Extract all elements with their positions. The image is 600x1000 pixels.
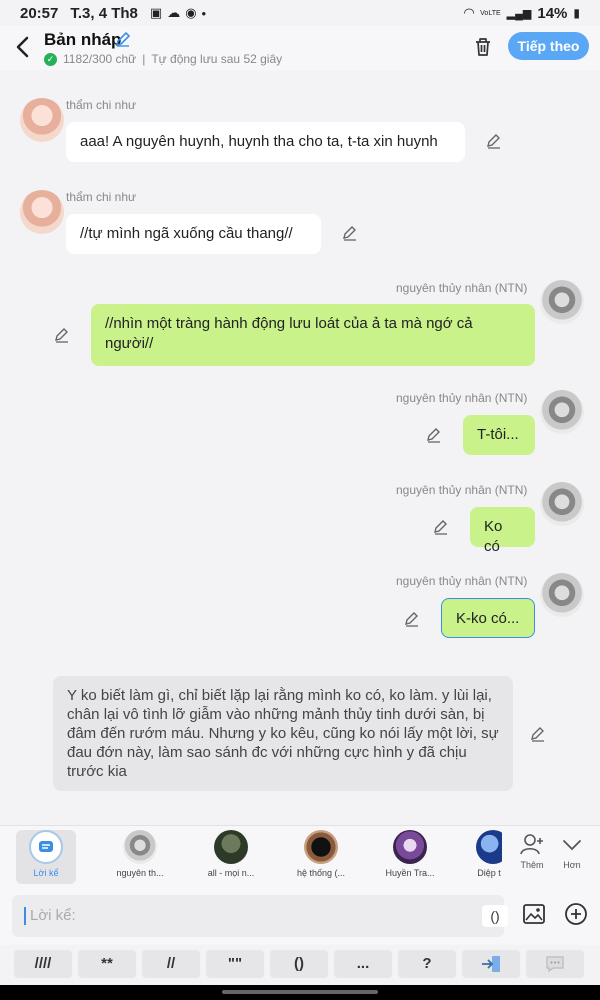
- avatar[interactable]: [540, 573, 584, 617]
- character-label: Diệp t: [477, 868, 501, 878]
- check-icon: ✓: [44, 52, 57, 66]
- status-date: T.3, 4 Th8: [70, 4, 138, 22]
- character-avatar: [214, 830, 248, 864]
- avatar[interactable]: [20, 98, 64, 142]
- chat-area[interactable]: thẩm chi như aaa! A nguyên huynh, huynh …: [0, 70, 600, 825]
- message-bubble[interactable]: T-tôi...: [463, 415, 535, 455]
- avatar[interactable]: [540, 390, 584, 434]
- autosave-status: Tự động lưu sau 52 giây: [151, 52, 283, 66]
- quick-key[interactable]: **: [78, 950, 136, 978]
- insert-key[interactable]: [462, 950, 520, 978]
- quick-key[interactable]: (): [270, 950, 328, 978]
- parenthesis-button[interactable]: (): [482, 905, 508, 927]
- back-arrow-icon[interactable]: [12, 34, 34, 60]
- narration-bubble[interactable]: Y ko biết làm gì, chỉ biết lặp lại rằng …: [53, 676, 513, 791]
- quick-key[interactable]: ?: [398, 950, 456, 978]
- sender-name: thẩm chi như: [66, 98, 137, 112]
- app-icon: ◉: [185, 5, 197, 20]
- message-bubble[interactable]: aaa! A nguyên huynh, huynh tha cho ta, t…: [66, 122, 465, 162]
- character-narrator[interactable]: Lời kể: [16, 830, 76, 884]
- avatar[interactable]: [540, 482, 584, 526]
- edit-pencil-icon[interactable]: [425, 426, 443, 444]
- character-avatar: [304, 830, 338, 864]
- dot-icon: •: [201, 5, 207, 21]
- character-label: Lời kể: [33, 868, 59, 878]
- edit-pencil-icon[interactable]: [341, 224, 359, 242]
- wifi-icon: ◠: [464, 5, 475, 20]
- character-item[interactable]: Huyền Tra...: [375, 830, 445, 884]
- word-count: 1182/300 chữ: [63, 52, 137, 66]
- cloud-icon: ☁: [167, 5, 181, 20]
- character-label: Huyền Tra...: [385, 868, 435, 878]
- status-bar: 20:57 T.3, 4 Th8 ▣ ☁ ◉ • ◠ VoLTE ▂▄▆ 14%…: [0, 0, 600, 26]
- character-item[interactable]: nguyên th...: [105, 830, 175, 884]
- character-avatar: [393, 830, 427, 864]
- battery-level: 14%: [537, 4, 568, 22]
- character-avatar: [476, 830, 502, 864]
- message-bubble[interactable]: Ko có: [470, 507, 535, 555]
- message-bubble[interactable]: //nhìn một tràng hành động lưu loát của …: [91, 304, 535, 366]
- system-nav-bar: [0, 985, 600, 1000]
- plus-circle-icon[interactable]: [564, 902, 588, 926]
- character-item[interactable]: all - mọi n...: [196, 830, 266, 884]
- text-caret: [24, 907, 26, 925]
- page-title: Bản nháp: [44, 30, 122, 49]
- add-user-icon: [520, 834, 543, 855]
- image-icon: ▣: [149, 5, 163, 20]
- edit-pencil-icon[interactable]: [53, 326, 71, 344]
- quick-keys-bar: //// ** // "" () ... ?: [0, 945, 600, 985]
- quick-key[interactable]: //: [142, 950, 200, 978]
- edit-pencil-icon[interactable]: [485, 132, 503, 150]
- separator: |: [142, 52, 146, 66]
- draft-info: ✓ 1182/300 chữ | Tự động lưu sau 52 giây: [44, 50, 282, 68]
- quick-key[interactable]: "": [206, 950, 264, 978]
- next-button[interactable]: Tiếp theo: [508, 32, 589, 60]
- quick-key[interactable]: ////: [14, 950, 72, 978]
- home-handle[interactable]: [222, 990, 378, 994]
- character-selector: Lời kể nguyên th... all - mọi n... hệ th…: [0, 825, 600, 887]
- edit-pencil-icon[interactable]: [529, 725, 547, 743]
- sender-name: nguyên thủy nhân (NTN): [396, 574, 528, 588]
- message-bubble[interactable]: //tự mình ngã xuống cầu thang//: [66, 214, 321, 254]
- character-label: all - mọi n...: [207, 868, 255, 878]
- add-character-label: Thêm: [520, 860, 544, 870]
- network-label: VoLTE: [480, 9, 501, 17]
- chat-bubble-icon: [546, 956, 564, 973]
- status-time: 20:57: [20, 4, 59, 22]
- edit-pencil-icon[interactable]: [432, 518, 450, 536]
- narrator-icon: [29, 830, 63, 864]
- character-item[interactable]: Diệp t: [466, 830, 502, 884]
- edit-title-pencil-icon[interactable]: [114, 30, 132, 48]
- insert-arrow-icon: [482, 956, 500, 972]
- battery-icon: ▮: [573, 6, 580, 20]
- trash-icon[interactable]: [472, 36, 494, 58]
- character-label: nguyên th...: [116, 868, 164, 878]
- chevron-down-icon: [563, 840, 581, 851]
- avatar[interactable]: [20, 190, 64, 234]
- character-label: hệ thống (...: [296, 868, 346, 878]
- sender-name: nguyên thủy nhân (NTN): [396, 281, 528, 295]
- image-icon[interactable]: [522, 902, 546, 926]
- sender-name: nguyên thủy nhân (NTN): [396, 483, 528, 497]
- signal-icon: ▂▄▆: [506, 7, 532, 20]
- more-label: Hơn: [563, 860, 581, 870]
- character-item[interactable]: hệ thống (...: [286, 830, 356, 884]
- chat-bubble-key[interactable]: [526, 950, 584, 978]
- character-avatar: [123, 830, 157, 864]
- sender-name: thẩm chi như: [66, 190, 137, 204]
- message-input[interactable]: Lời kể: (): [12, 895, 508, 937]
- quick-key[interactable]: ...: [334, 950, 392, 978]
- edit-pencil-icon[interactable]: [403, 610, 421, 628]
- more-button[interactable]: Hơn: [556, 832, 588, 870]
- add-character-button[interactable]: Thêm: [514, 832, 550, 870]
- composer: Lời kể: (): [0, 887, 600, 945]
- app-header: Bản nháp ✓ 1182/300 chữ | Tự động lưu sa…: [0, 26, 600, 70]
- sender-name: nguyên thủy nhân (NTN): [396, 391, 528, 405]
- input-placeholder: Lời kể:: [30, 907, 76, 924]
- message-bubble-selected[interactable]: K-ko có...: [441, 598, 535, 638]
- avatar[interactable]: [540, 280, 584, 324]
- notification-icons: ▣ ☁ ◉ •: [150, 5, 206, 21]
